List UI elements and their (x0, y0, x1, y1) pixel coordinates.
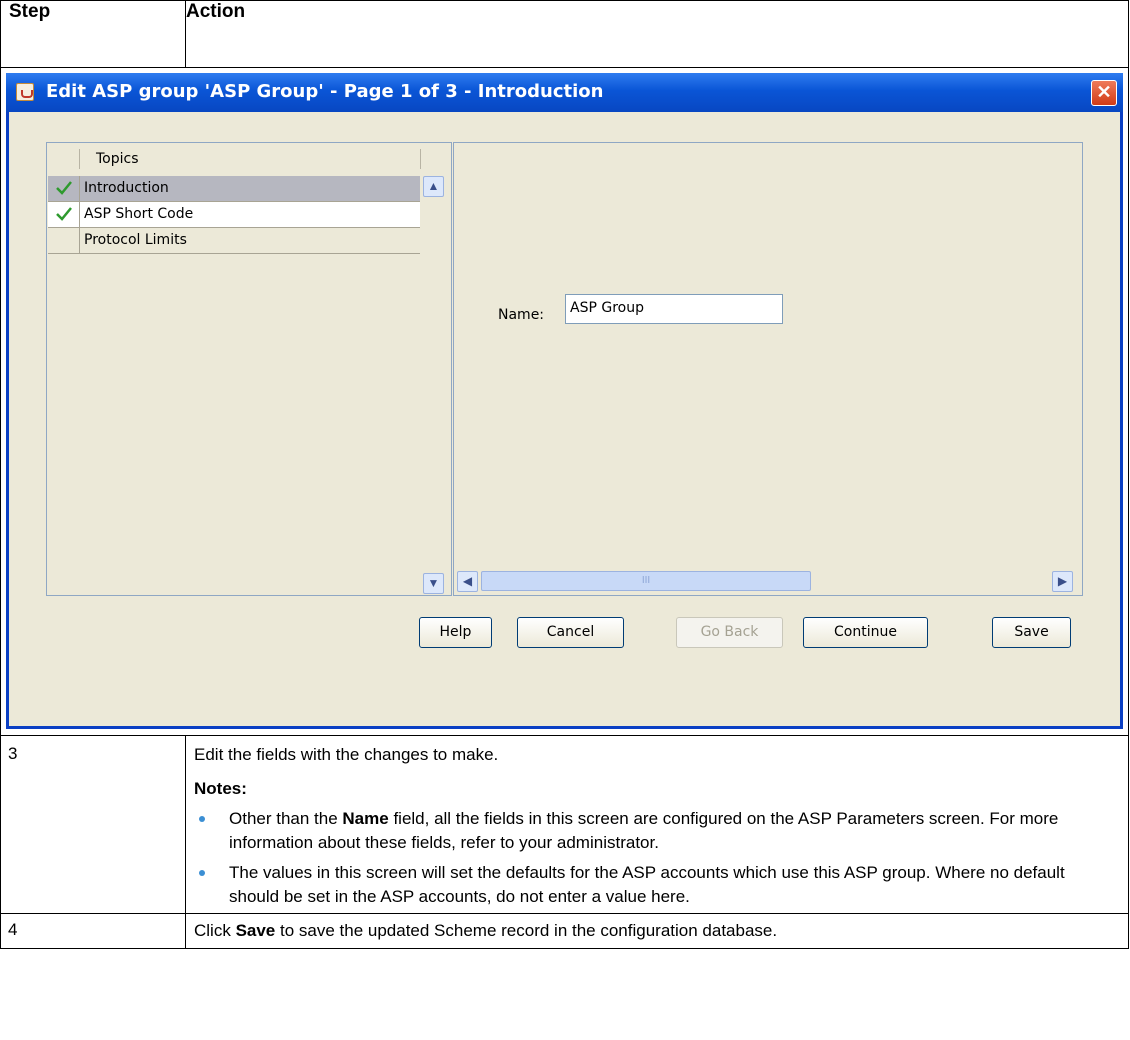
scroll-down-icon[interactable]: ▼ (423, 573, 444, 594)
scroll-left-icon[interactable]: ◀ (457, 571, 478, 592)
checkmark-icon (56, 181, 72, 195)
scroll-up-icon[interactable]: ▲ (423, 176, 444, 197)
step-action: Edit the fields with the changes to make… (185, 735, 1129, 914)
note-text: The values in this screen will set the d… (229, 863, 1065, 906)
topics-vertical-scrollbar[interactable]: ▲ ▼ (422, 172, 445, 594)
help-button[interactable]: Help (419, 617, 492, 648)
topics-header: Topics (48, 144, 421, 173)
name-label: Name: (498, 307, 545, 323)
action-text-pre: Click (194, 921, 236, 940)
step-number: 3 (0, 735, 186, 914)
topic-item-introduction[interactable]: Introduction (48, 176, 420, 202)
column-header-step: Step (0, 0, 186, 68)
continue-button[interactable]: Continue (803, 617, 928, 648)
topic-item-protocol-limits[interactable]: Protocol Limits (48, 228, 420, 254)
note-bullet: Other than the Name field, all the field… (194, 807, 1118, 855)
action-text-bold: Save (235, 921, 276, 940)
table-header-row: Step Action (0, 0, 1129, 68)
scroll-right-icon[interactable]: ▶ (1052, 571, 1073, 592)
topic-item-asp-short-code[interactable]: ASP Short Code (48, 202, 420, 228)
topics-panel: Topics Introduction ASP Short Code Proto… (46, 142, 452, 596)
check-cell (48, 202, 80, 227)
edit-asp-group-dialog: Edit ASP group 'ASP Group' - Page 1 of 3… (6, 73, 1123, 729)
check-cell (48, 176, 80, 201)
header-divider (420, 149, 421, 169)
step-row-3: 3 Edit the fields with the changes to ma… (0, 735, 1129, 914)
checkmark-icon (56, 207, 72, 221)
dialog-title: Edit ASP group 'ASP Group' - Page 1 of 3… (46, 81, 604, 102)
step-row-4: 4 Click Save to save the updated Scheme … (0, 913, 1129, 949)
screenshot-cell: Edit ASP group 'ASP Group' - Page 1 of 3… (0, 67, 1129, 736)
check-cell (48, 228, 80, 253)
notes-heading: Notes: (194, 779, 247, 798)
action-text: Edit the fields with the changes to make… (194, 745, 499, 764)
steps-table: Step Action Edit ASP group 'ASP Group' -… (0, 0, 1129, 949)
scroll-thumb[interactable]: III (481, 571, 811, 591)
step-number: 4 (0, 913, 186, 949)
name-field[interactable]: ASP Group (565, 294, 783, 324)
bullet-icon (199, 816, 205, 822)
content-panel: Name: ASP Group ◀ III ▶ (453, 142, 1083, 596)
go-back-button: Go Back (676, 617, 783, 648)
cancel-button[interactable]: Cancel (517, 617, 624, 648)
close-icon[interactable]: ✕ (1091, 80, 1117, 106)
topics-header-label: Topics (96, 151, 139, 167)
topic-label: Introduction (84, 180, 169, 196)
note-text-bold: Name (342, 809, 389, 828)
note-bullet: The values in this screen will set the d… (194, 861, 1118, 909)
screenshot-row: Edit ASP group 'ASP Group' - Page 1 of 3… (0, 67, 1129, 736)
action-text-post: to save the updated Scheme record in the… (275, 921, 778, 940)
content-horizontal-scrollbar[interactable]: ◀ III ▶ (454, 570, 1076, 593)
topic-label: ASP Short Code (84, 206, 194, 222)
dialog-titlebar: Edit ASP group 'ASP Group' - Page 1 of 3… (6, 73, 1123, 112)
note-text-pre: Other than the (229, 809, 343, 828)
save-button[interactable]: Save (992, 617, 1071, 648)
column-header-action: Action (185, 0, 1129, 68)
bullet-icon (199, 870, 205, 876)
topic-label: Protocol Limits (84, 232, 187, 248)
java-cup-icon (16, 83, 34, 101)
step-action: Click Save to save the updated Scheme re… (185, 913, 1129, 949)
header-divider (79, 149, 80, 169)
